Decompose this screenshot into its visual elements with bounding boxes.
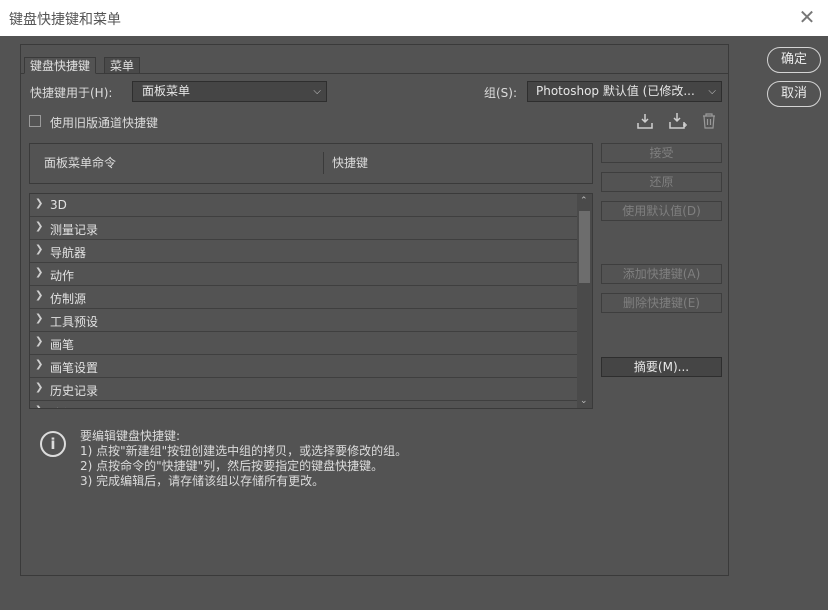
- title-bar: 键盘快捷键和菜单 ✕: [0, 0, 828, 36]
- new-set-icon[interactable]: [668, 112, 687, 130]
- set-label: 组(S):: [484, 86, 518, 100]
- tab-keyboard-shortcuts[interactable]: 键盘快捷键: [24, 57, 96, 74]
- scrollbar-thumb[interactable]: [579, 211, 590, 283]
- tab-strip: 键盘快捷键 菜单: [21, 57, 729, 74]
- list-item[interactable]: ❯ 仿制源: [30, 286, 578, 309]
- column-divider: [323, 152, 324, 174]
- info-line: 2) 点按命令的"快捷键"列，然后按要指定的键盘快捷键。: [80, 459, 384, 473]
- table-header: 面板菜单命令 快捷键: [29, 143, 593, 184]
- add-shortcut-button[interactable]: 添加快捷键(A): [601, 264, 722, 284]
- shortcut-list: ❯ 3D ❯ 测量记录 ❯ 导航器 ❯ 动作 ❯ 仿制源 ❯ 工具预设 ❯ 画笔 ❯ 画笔设置 …: [29, 193, 593, 409]
- list-item[interactable]: ❯路径: [30, 401, 578, 408]
- info-text: 要编辑键盘快捷键: 1) 点按"新建组"按钮创建选中组的拷贝，或选择要修改的组。…: [80, 429, 407, 489]
- tab-menus[interactable]: 菜单: [104, 57, 140, 74]
- info-line: 要编辑键盘快捷键:: [80, 429, 181, 443]
- chevron-right-icon[interactable]: ❯: [35, 267, 43, 278]
- set-select[interactable]: Photoshop 默认值 (已修改... ⌵: [527, 81, 722, 102]
- chevron-down-icon: ⌵: [313, 86, 321, 97]
- legacy-channel-shortcuts-label: 使用旧版通道快捷键: [50, 116, 159, 130]
- window-title: 键盘快捷键和菜单: [9, 12, 121, 28]
- info-line: 1) 点按"新建组"按钮创建选中组的拷贝，或选择要修改的组。: [80, 444, 408, 458]
- ok-button[interactable]: 确定: [767, 47, 821, 73]
- delete-shortcut-button[interactable]: 删除快捷键(E): [601, 293, 722, 313]
- chevron-right-icon[interactable]: ❯: [35, 313, 43, 324]
- column-header-shortcut[interactable]: 快捷键: [332, 154, 368, 171]
- summarize-button[interactable]: 摘要(M)...: [601, 357, 722, 377]
- legacy-channel-shortcuts-checkbox[interactable]: [29, 115, 41, 127]
- shortcuts-for-select[interactable]: 面板菜单 ⌵: [132, 81, 327, 102]
- list-item[interactable]: ❯ 3D: [30, 194, 578, 217]
- chevron-right-icon[interactable]: ❯: [35, 405, 43, 408]
- list-item[interactable]: ❯ 测量记录: [30, 217, 578, 240]
- trash-icon[interactable]: [701, 112, 719, 130]
- list-item[interactable]: ❯ 动作: [30, 263, 578, 286]
- accept-button[interactable]: 接受: [601, 143, 722, 163]
- chevron-right-icon[interactable]: ❯: [35, 359, 43, 370]
- info-line: 3) 完成编辑后，请存储该组以存储所有更改。: [80, 474, 325, 488]
- list-item[interactable]: ❯ 画笔: [30, 332, 578, 355]
- set-value: Photoshop 默认值 (已修改...: [536, 84, 695, 98]
- undo-button[interactable]: 还原: [601, 172, 722, 192]
- chevron-right-icon[interactable]: ❯: [35, 221, 43, 232]
- shortcuts-for-value: 面板菜单: [142, 84, 191, 98]
- scroll-down-icon[interactable]: ⌄: [580, 396, 588, 406]
- list-item[interactable]: ❯ 导航器: [30, 240, 578, 263]
- chevron-down-icon: ⌵: [708, 86, 716, 97]
- list-item[interactable]: ❯ 工具预设: [30, 309, 578, 332]
- chevron-right-icon[interactable]: ❯: [35, 198, 43, 209]
- list-item[interactable]: ❯ 画笔设置: [30, 355, 578, 378]
- scroll-up-icon[interactable]: ⌃: [580, 196, 588, 206]
- cancel-button[interactable]: 取消: [767, 81, 821, 107]
- chevron-right-icon[interactable]: ❯: [35, 336, 43, 347]
- chevron-right-icon[interactable]: ❯: [35, 290, 43, 301]
- close-icon[interactable]: ✕: [796, 6, 818, 28]
- chevron-right-icon[interactable]: ❯: [35, 244, 43, 255]
- column-header-command: 面板菜单命令: [44, 156, 117, 170]
- vertical-scrollbar[interactable]: ⌃ ⌄: [577, 194, 592, 408]
- use-default-button[interactable]: 使用默认值(D): [601, 201, 722, 221]
- list-item[interactable]: ❯ 历史记录: [30, 378, 578, 401]
- info-icon: i: [40, 431, 66, 457]
- shortcuts-for-label: 快捷键用于(H):: [30, 86, 113, 100]
- chevron-right-icon[interactable]: ❯: [35, 382, 43, 393]
- save-set-icon[interactable]: [636, 112, 654, 130]
